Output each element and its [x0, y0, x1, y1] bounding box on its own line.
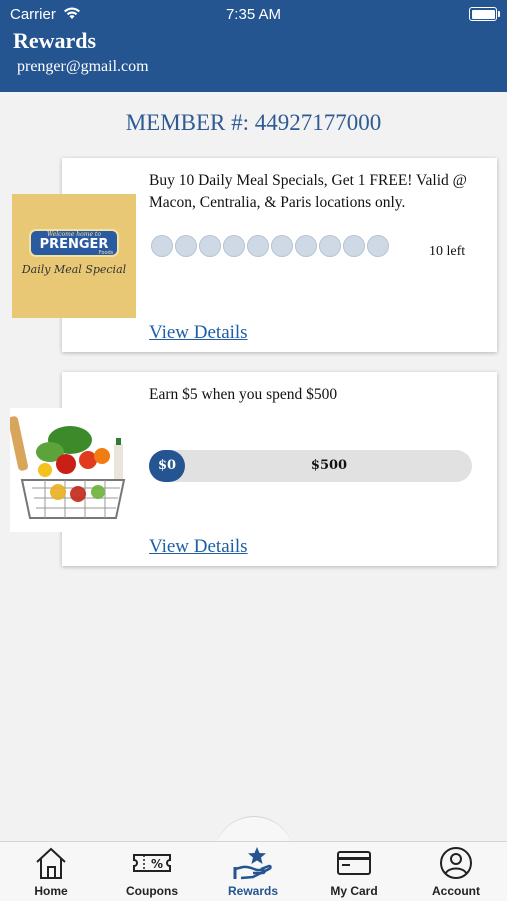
- punch-dot: [151, 235, 173, 257]
- tab-label: My Card: [330, 884, 378, 898]
- punch-dot: [247, 235, 269, 257]
- view-details-link[interactable]: View Details: [149, 536, 248, 558]
- page-title: Rewards: [13, 28, 97, 53]
- offer-description: Earn $5 when you spend $500: [149, 386, 338, 403]
- status-time: 7:35 AM: [225, 6, 282, 23]
- tab-label: Coupons: [126, 884, 178, 898]
- rewards-icon: [233, 847, 272, 880]
- progress-start-label: $0: [157, 458, 177, 473]
- member-number: MEMBER #: 44927177000: [125, 110, 382, 135]
- view-details-link[interactable]: View Details: [149, 322, 248, 344]
- punch-dot: [199, 235, 221, 257]
- tab-label: Home: [34, 884, 68, 898]
- tab-coupons[interactable]: % Coupons: [102, 845, 202, 900]
- spend-progress-bar: $500 $0: [149, 450, 472, 482]
- punch-dot: [343, 235, 365, 257]
- punch-dot: [295, 235, 317, 257]
- punches-left: 10 left: [429, 244, 466, 259]
- punch-dot: [319, 235, 341, 257]
- tab-my-card[interactable]: My Card: [304, 845, 404, 900]
- tab-label: Rewards: [227, 884, 279, 898]
- punch-dot: [175, 235, 197, 257]
- tab-rewards[interactable]: Rewards: [203, 845, 303, 900]
- grocery-basket-icon: [8, 408, 136, 532]
- progress-goal-label: $500: [310, 458, 348, 473]
- account-icon: [440, 847, 472, 879]
- home-icon: [36, 847, 66, 879]
- tab-label: Account: [432, 884, 480, 898]
- user-email: prenger@gmail.com: [17, 58, 149, 75]
- svg-text:%: %: [151, 857, 163, 871]
- offer-description: Buy 10 Daily Meal Specials, Get 1 FREE! …: [149, 172, 467, 211]
- status-bar: Carrier 7:35 AM: [0, 4, 507, 26]
- logo-script-text: Daily Meal Special: [21, 263, 127, 276]
- card-icon: [337, 851, 371, 875]
- app-header: Carrier 7:35 AM Rewards prenger@gmail.co…: [0, 0, 507, 92]
- battery-icon: [469, 7, 500, 21]
- coupon-icon: %: [133, 854, 171, 872]
- tab-account[interactable]: Account: [406, 845, 506, 900]
- punch-dot: [367, 235, 389, 257]
- logo-brand-sub: Foods: [99, 250, 114, 256]
- punch-card: [151, 235, 389, 257]
- tab-home[interactable]: Home: [1, 845, 101, 900]
- prenger-daily-meal-logo: Welcome home to PRENGER Foods Daily Meal…: [12, 194, 136, 318]
- punch-dot: [271, 235, 293, 257]
- punch-dot: [223, 235, 245, 257]
